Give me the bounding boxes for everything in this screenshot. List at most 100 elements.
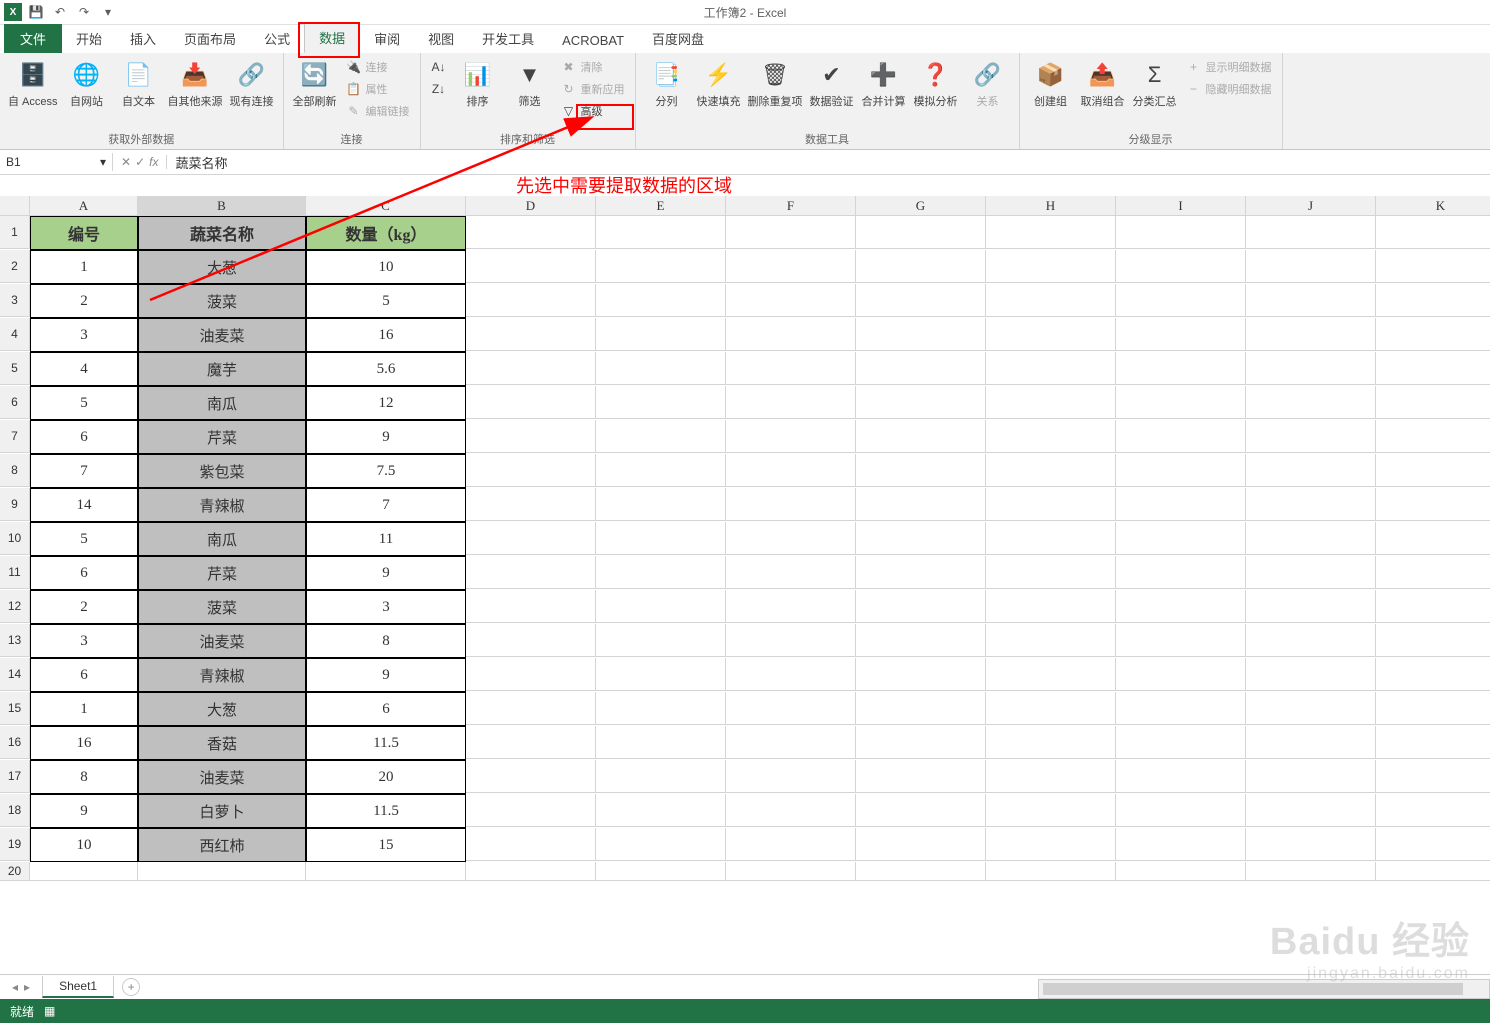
cell[interactable]: 芹菜: [138, 420, 306, 454]
cell[interactable]: 芹菜: [138, 556, 306, 590]
cell[interactable]: [1116, 284, 1246, 317]
tab-developer[interactable]: 开发工具: [468, 24, 548, 53]
hide-detail-button[interactable]: −隐藏明细数据: [1182, 79, 1276, 99]
cell[interactable]: [986, 216, 1116, 249]
cell[interactable]: [726, 692, 856, 725]
cell[interactable]: [856, 250, 986, 283]
properties-button[interactable]: 📋属性: [342, 79, 414, 99]
cell[interactable]: [726, 216, 856, 249]
cell[interactable]: 蔬菜名称: [138, 216, 306, 250]
cell[interactable]: [596, 760, 726, 793]
cell[interactable]: 3: [306, 590, 466, 624]
cell[interactable]: [1116, 794, 1246, 827]
row-header-5[interactable]: 5: [0, 352, 30, 385]
cell[interactable]: [1246, 250, 1376, 283]
cell[interactable]: [1246, 692, 1376, 725]
row-header-17[interactable]: 17: [0, 760, 30, 793]
cell[interactable]: [1246, 454, 1376, 487]
cell[interactable]: [1116, 352, 1246, 385]
cell[interactable]: [1116, 658, 1246, 691]
cell[interactable]: [1376, 216, 1490, 249]
cell[interactable]: [726, 658, 856, 691]
cell[interactable]: [596, 658, 726, 691]
cell[interactable]: [856, 794, 986, 827]
cell[interactable]: [466, 454, 596, 487]
cell[interactable]: [1246, 828, 1376, 861]
cell[interactable]: [986, 794, 1116, 827]
cell[interactable]: [986, 862, 1116, 881]
cell[interactable]: [1116, 522, 1246, 555]
cell[interactable]: [726, 284, 856, 317]
cell[interactable]: [1246, 522, 1376, 555]
cell[interactable]: [1246, 726, 1376, 759]
cell[interactable]: 9: [30, 794, 138, 828]
cell[interactable]: [30, 862, 138, 881]
cell[interactable]: [466, 760, 596, 793]
tab-review[interactable]: 审阅: [360, 24, 414, 53]
cell[interactable]: [726, 420, 856, 453]
tab-page-layout[interactable]: 页面布局: [170, 24, 250, 53]
cell[interactable]: [986, 522, 1116, 555]
row-header-19[interactable]: 19: [0, 828, 30, 861]
cell[interactable]: [466, 726, 596, 759]
cell[interactable]: 8: [30, 760, 138, 794]
cell[interactable]: [1246, 760, 1376, 793]
cell[interactable]: 14: [30, 488, 138, 522]
cell[interactable]: [986, 318, 1116, 351]
cell[interactable]: 7.5: [306, 454, 466, 488]
from-text-button[interactable]: 📄 自文本: [114, 57, 164, 111]
cell[interactable]: [726, 522, 856, 555]
cell[interactable]: [726, 726, 856, 759]
cell[interactable]: [1116, 760, 1246, 793]
row-header-1[interactable]: 1: [0, 216, 30, 249]
col-header-B[interactable]: B: [138, 196, 306, 216]
name-box[interactable]: B1▾: [0, 153, 113, 171]
show-detail-button[interactable]: +显示明细数据: [1182, 57, 1276, 77]
cell[interactable]: [596, 454, 726, 487]
tab-baidu[interactable]: 百度网盘: [638, 24, 718, 53]
whatif-button[interactable]: ❓模拟分析: [911, 57, 961, 111]
cell[interactable]: [1376, 522, 1490, 555]
cell[interactable]: [726, 318, 856, 351]
cell[interactable]: [1246, 284, 1376, 317]
cell[interactable]: [1246, 386, 1376, 419]
cell[interactable]: [856, 318, 986, 351]
cell[interactable]: 5: [30, 386, 138, 420]
cell[interactable]: [466, 284, 596, 317]
row-header-9[interactable]: 9: [0, 488, 30, 521]
cell[interactable]: [596, 556, 726, 589]
row-header-2[interactable]: 2: [0, 250, 30, 283]
cell[interactable]: 11.5: [306, 726, 466, 760]
cell[interactable]: [856, 556, 986, 589]
sort-desc-button[interactable]: Z↓: [427, 79, 451, 99]
cell[interactable]: [1376, 318, 1490, 351]
cell[interactable]: [596, 488, 726, 521]
cell[interactable]: [1246, 352, 1376, 385]
cell[interactable]: [1376, 420, 1490, 453]
row-header-3[interactable]: 3: [0, 284, 30, 317]
confirm-icon[interactable]: ✓: [135, 155, 145, 169]
cell[interactable]: [1246, 318, 1376, 351]
cell[interactable]: [1376, 658, 1490, 691]
flash-fill-button[interactable]: ⚡快速填充: [694, 57, 744, 111]
cell[interactable]: [1246, 658, 1376, 691]
cell[interactable]: [856, 216, 986, 249]
cell[interactable]: [856, 726, 986, 759]
cell[interactable]: [986, 488, 1116, 521]
cell[interactable]: [1246, 488, 1376, 521]
cell[interactable]: [856, 522, 986, 555]
cell[interactable]: 16: [306, 318, 466, 352]
cell[interactable]: [1116, 692, 1246, 725]
cell[interactable]: [1376, 726, 1490, 759]
cell[interactable]: [1116, 624, 1246, 657]
col-header-E[interactable]: E: [596, 196, 726, 216]
cell[interactable]: 油麦菜: [138, 760, 306, 794]
cell[interactable]: [596, 624, 726, 657]
cell[interactable]: [1116, 556, 1246, 589]
cell[interactable]: 大葱: [138, 250, 306, 284]
cell[interactable]: [1246, 590, 1376, 623]
cell[interactable]: [986, 386, 1116, 419]
edit-links-button[interactable]: ✎编辑链接: [342, 101, 414, 121]
cell[interactable]: 大葱: [138, 692, 306, 726]
cell[interactable]: [726, 386, 856, 419]
